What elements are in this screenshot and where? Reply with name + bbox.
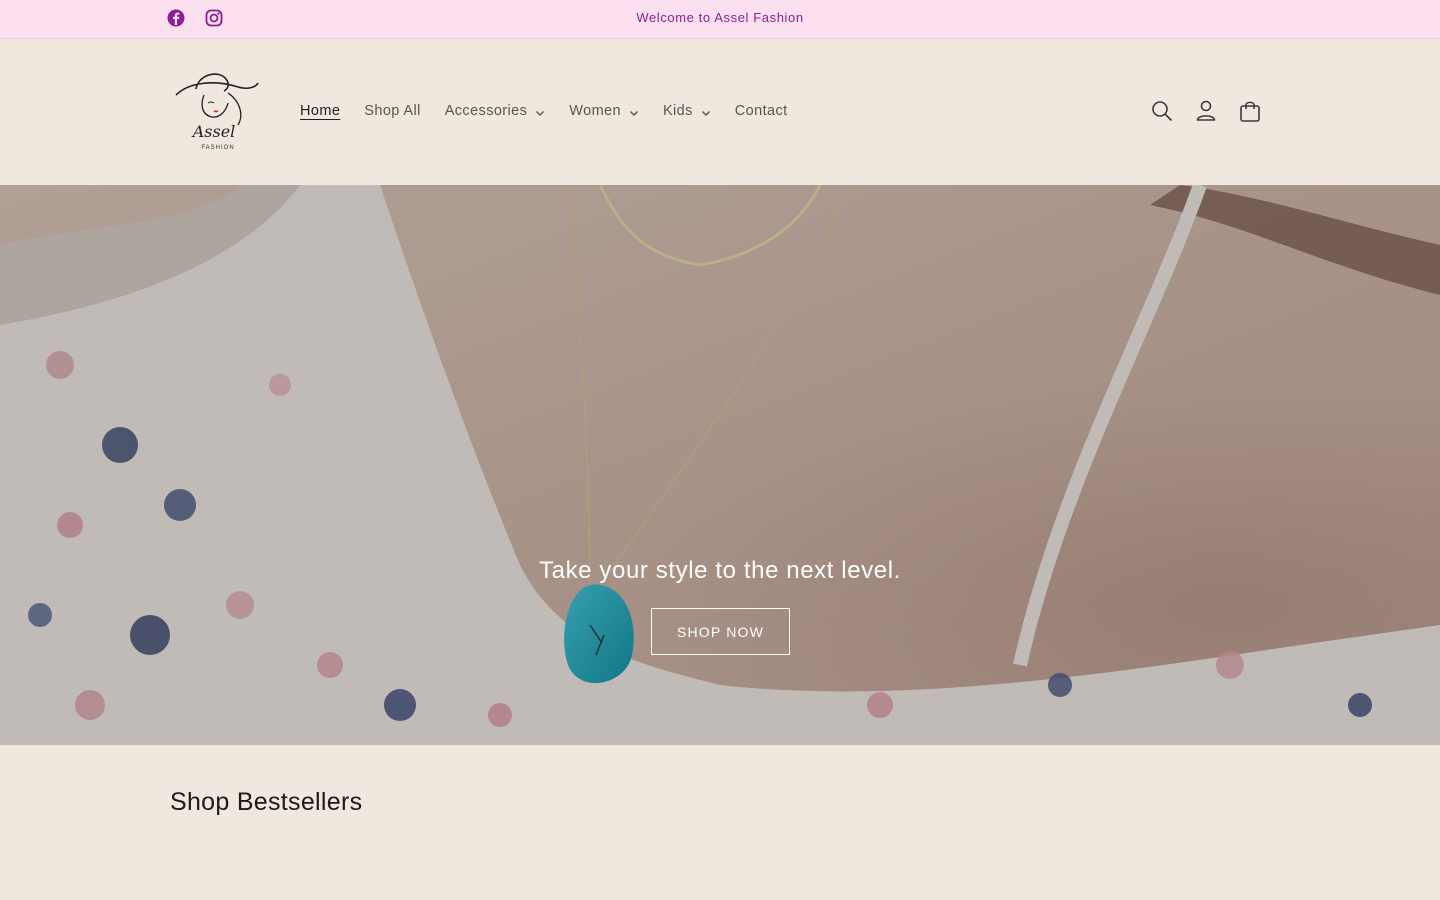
nav-label-shop-all: Shop All [364, 103, 421, 119]
nav-item-home[interactable]: Home [288, 103, 352, 119]
site-header: Assel FASHION Home Shop All Accessories … [0, 39, 1440, 185]
chevron-down-icon [629, 106, 639, 116]
header-icons [1150, 98, 1262, 124]
nav-label-accessories: Accessories [444, 103, 528, 119]
hero-overlay [0, 185, 1440, 745]
logo-sub-text: FASHION [201, 145, 234, 151]
bestsellers-heading: Shop Bestsellers [170, 788, 363, 816]
logo-script-text: Assel [191, 122, 236, 141]
shop-now-button[interactable]: SHOP NOW [651, 608, 790, 655]
announcement-message: Welcome to Assel Fashion [636, 10, 804, 25]
nav-item-accessories[interactable]: Accessories [433, 103, 558, 119]
announcement-bar: Welcome to Assel Fashion [0, 0, 1440, 39]
main-navigation: Home Shop All Accessories Women Kids Con… [288, 99, 800, 123]
nav-label-contact: Contact [734, 103, 788, 119]
brand-logo[interactable]: Assel FASHION [168, 65, 264, 159]
chevron-down-icon [535, 106, 545, 116]
account-icon[interactable] [1194, 98, 1218, 124]
nav-label-women: Women [569, 103, 621, 119]
hero-banner: Take your style to the next level. SHOP … [0, 185, 1440, 745]
nav-item-shop-all[interactable]: Shop All [352, 103, 432, 119]
hero-headline: Take your style to the next level. [539, 557, 901, 584]
chevron-down-icon [701, 106, 711, 116]
nav-label-home: Home [300, 103, 341, 119]
nav-item-contact[interactable]: Contact [723, 103, 800, 119]
nav-label-kids: Kids [662, 103, 693, 119]
nav-item-kids[interactable]: Kids [651, 103, 723, 119]
nav-item-women[interactable]: Women [557, 103, 651, 119]
cart-icon[interactable] [1238, 98, 1262, 124]
search-icon[interactable] [1150, 98, 1174, 124]
